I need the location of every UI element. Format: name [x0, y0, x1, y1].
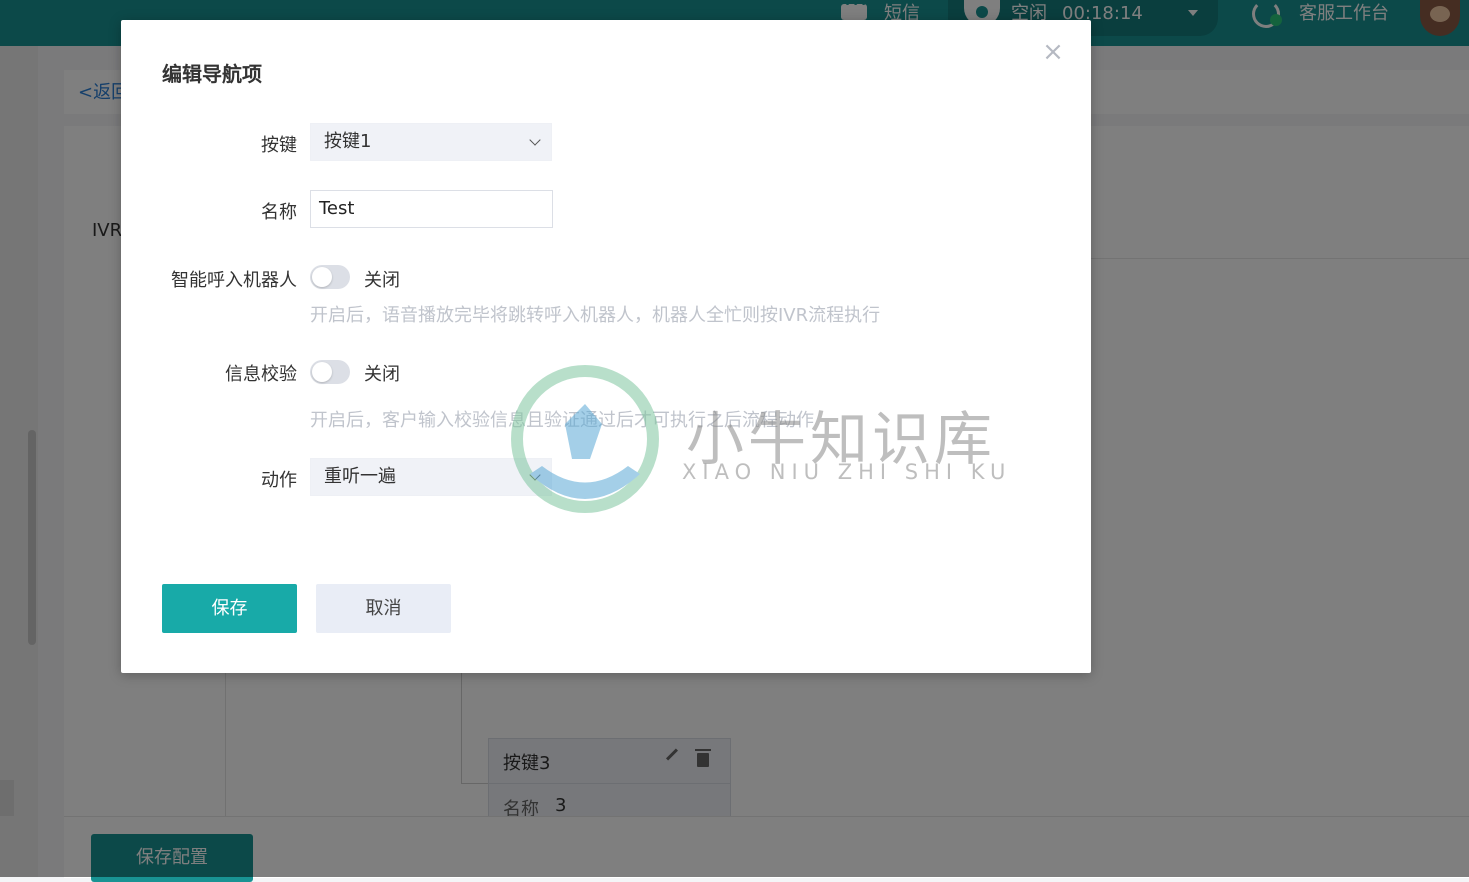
chevron-down-icon	[529, 134, 541, 146]
toggle-knob	[312, 267, 332, 287]
key-select[interactable]: 按键1	[310, 123, 552, 161]
name-input[interactable]: Test	[310, 190, 553, 228]
save-button[interactable]: 保存	[162, 584, 297, 633]
cancel-button[interactable]: 取消	[316, 584, 451, 633]
robot-label: 智能呼入机器人	[171, 270, 297, 291]
action-select-value: 重听一遍	[324, 466, 396, 487]
key-select-value: 按键1	[324, 131, 372, 152]
name-label: 名称	[261, 202, 297, 223]
key-label: 按键	[261, 135, 297, 156]
robot-hint: 开启后，语音播放完毕将跳转呼入机器人，机器人全忙则按IVR流程执行	[310, 305, 881, 326]
watermark-subtext: XIAO NIU ZHI SHI KU	[682, 460, 1012, 484]
verify-toggle-state: 关闭	[364, 364, 400, 385]
toggle-knob	[312, 362, 332, 382]
edit-nav-dialog: 编辑导航项 × 按键 按键1 名称 Test 智能呼入机器人 关闭 开启后，语音…	[121, 20, 1091, 673]
watermark-logo	[511, 365, 659, 513]
verify-toggle[interactable]	[310, 360, 350, 384]
robot-toggle-state: 关闭	[364, 270, 400, 291]
dialog-title: 编辑导航项	[162, 62, 262, 86]
verify-label: 信息校验	[225, 364, 297, 385]
close-icon[interactable]: ×	[1039, 38, 1067, 66]
action-label: 动作	[261, 470, 297, 491]
robot-toggle[interactable]	[310, 265, 350, 289]
